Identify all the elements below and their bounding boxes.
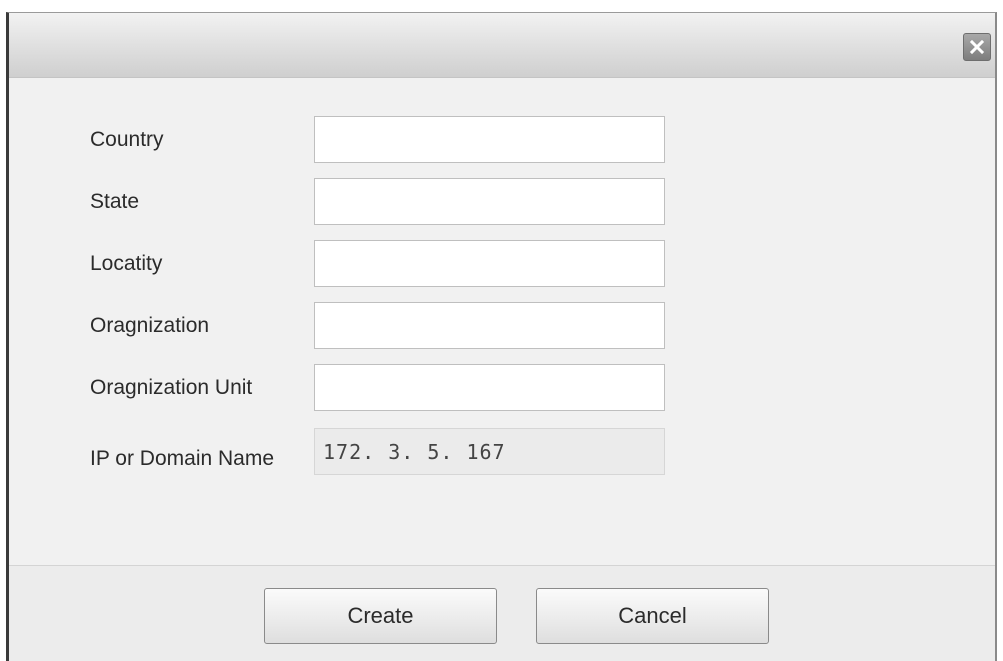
cancel-button[interactable]: Cancel xyxy=(536,588,769,644)
country-label: Country xyxy=(90,128,164,151)
field-row-country: Country xyxy=(9,116,995,166)
field-row-organization-unit: Oragnization Unit xyxy=(9,364,995,414)
country-input[interactable] xyxy=(314,116,665,163)
close-icon xyxy=(969,39,985,55)
field-row-state: State xyxy=(9,178,995,228)
field-row-locality: Locatity xyxy=(9,240,995,290)
create-button[interactable]: Create xyxy=(264,588,497,644)
ip-domain-label: IP or Domain Name xyxy=(90,447,275,470)
field-row-organization: Oragnization xyxy=(9,302,995,352)
dialog-titlebar xyxy=(9,13,995,78)
close-button[interactable] xyxy=(963,33,991,61)
state-input[interactable] xyxy=(314,178,665,225)
organization-unit-input[interactable] xyxy=(314,364,665,411)
state-label: State xyxy=(90,190,140,213)
certificate-dialog: Country State Locatity Oragnization Orag… xyxy=(6,12,997,661)
locality-label: Locatity xyxy=(90,252,163,275)
ip-domain-input xyxy=(314,428,665,475)
organization-input[interactable] xyxy=(314,302,665,349)
organization-label: Oragnization xyxy=(90,314,210,337)
dialog-footer: Create Cancel xyxy=(9,565,995,661)
locality-input[interactable] xyxy=(314,240,665,287)
organization-unit-label: Oragnization Unit xyxy=(90,376,253,399)
